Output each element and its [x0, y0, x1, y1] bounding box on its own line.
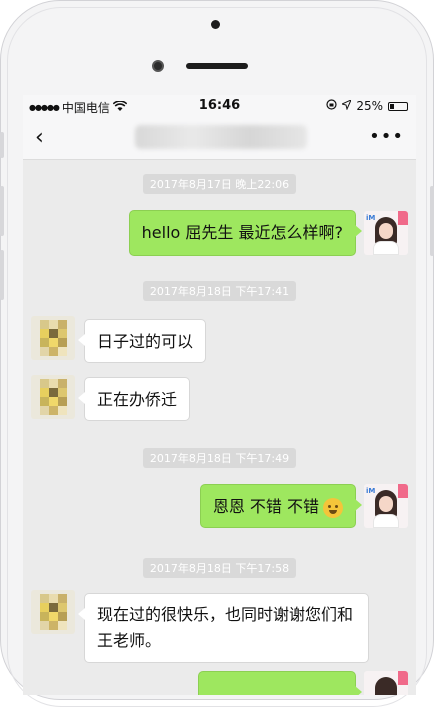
- timestamp-text: 2017年8月18日 下午17:49: [142, 448, 297, 468]
- contact-avatar[interactable]: [31, 316, 75, 360]
- avatar-ribbon: [398, 484, 408, 498]
- avatar-body: [373, 514, 399, 528]
- outgoing-message[interactable]: hello 屈先生 最近怎么样啊?: [128, 210, 363, 256]
- sensor-dot: [211, 20, 220, 29]
- volume-down-button: [0, 250, 4, 300]
- avatar-logo-mark: iM: [366, 214, 376, 222]
- timestamp-text: 2017年8月17日 晚上22:06: [142, 174, 297, 194]
- avatar-face: [379, 496, 393, 512]
- outgoing-message-partial[interactable]: [198, 671, 362, 695]
- avatar-body: [373, 241, 399, 255]
- message-list[interactable]: 2017年8月17日 晚上22:06 hello 屈先生 最近怎么样啊? iM …: [23, 159, 416, 695]
- earpiece-speaker: [186, 63, 248, 69]
- smiling-face-icon: [323, 497, 343, 518]
- power-button: [430, 186, 434, 256]
- contact-name-blurred: [135, 125, 307, 149]
- avatar-ribbon: [398, 211, 408, 225]
- my-avatar[interactable]: iM: [364, 211, 408, 255]
- contact-avatar[interactable]: [31, 375, 75, 419]
- phone-screen: ●●●●● 中国电信 16:46 25% ‹ ••• 2017年8月17日 晚上…: [23, 95, 416, 695]
- status-bar: ●●●●● 中国电信 16:46 25%: [23, 95, 416, 117]
- chat-header: ‹ •••: [23, 117, 416, 160]
- message-text: hello 屈先生 最近怎么样啊?: [141, 223, 343, 242]
- avatar-face: [379, 223, 393, 239]
- contact-avatar[interactable]: [31, 590, 75, 634]
- avatar-hair: [375, 677, 397, 695]
- timestamp-text: 2017年8月18日 下午17:41: [142, 281, 297, 301]
- message-text: 恩恩 不错 不错: [212, 497, 319, 516]
- front-camera: [152, 60, 164, 72]
- message-text: 日子过的可以: [97, 332, 194, 351]
- location-icon: [340, 99, 353, 113]
- timestamp: 2017年8月18日 下午17:41: [23, 280, 416, 301]
- my-avatar[interactable]: [364, 671, 408, 695]
- battery-level: [390, 103, 394, 109]
- incoming-message[interactable]: 现在过的很快乐，也同时谢谢您们和王老师。: [78, 593, 369, 663]
- message-text: 正在办侨迁: [97, 390, 178, 409]
- timestamp: 2017年8月18日 下午17:58: [23, 557, 416, 578]
- my-avatar[interactable]: iM: [364, 484, 408, 528]
- more-options-icon[interactable]: •••: [369, 126, 404, 147]
- mute-switch: [0, 132, 4, 158]
- status-right: 25%: [326, 99, 408, 113]
- timestamp: 2017年8月17日 晚上22:06: [23, 173, 416, 194]
- incoming-message[interactable]: 正在办侨迁: [77, 377, 191, 421]
- volume-up-button: [0, 186, 4, 236]
- battery-percent: 25%: [356, 99, 383, 113]
- avatar-logo-mark: iM: [366, 487, 376, 495]
- battery-icon: [388, 101, 408, 111]
- avatar-ribbon: [398, 671, 408, 685]
- back-chevron-icon[interactable]: ‹: [35, 125, 44, 150]
- incoming-message[interactable]: 日子过的可以: [77, 319, 207, 363]
- timestamp: 2017年8月18日 下午17:49: [23, 447, 416, 468]
- outgoing-message[interactable]: 恩恩 不错 不错: [199, 484, 363, 528]
- rotation-lock-icon: [326, 99, 337, 113]
- message-text: 现在过的很快乐，也同时谢谢您们和王老师。: [97, 605, 354, 650]
- timestamp-text: 2017年8月18日 下午17:58: [142, 558, 297, 578]
